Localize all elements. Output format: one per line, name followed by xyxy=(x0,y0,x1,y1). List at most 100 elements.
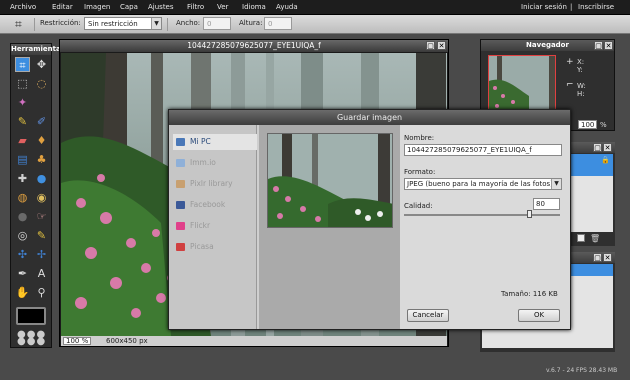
format-select[interactable]: JPEG (bueno para la mayoría de las fotos… xyxy=(404,178,562,190)
cancel-button[interactable]: Cancelar xyxy=(407,309,449,322)
color-swatch[interactable] xyxy=(16,307,46,325)
hand-tool-icon[interactable]: ✋ xyxy=(15,285,30,300)
menu-separator: | xyxy=(570,3,573,11)
close-icon[interactable]: ✕ xyxy=(437,41,446,50)
facebook-icon xyxy=(176,201,185,209)
nav-x-label: X: xyxy=(577,58,585,66)
menu-imagen[interactable]: Imagen xyxy=(84,3,110,11)
burn-tool-icon[interactable]: ● xyxy=(15,209,30,224)
collapse-icon[interactable]: ▢ xyxy=(593,253,602,262)
spot-tool-icon[interactable]: ✎ xyxy=(34,228,49,243)
grid-dots-icon[interactable]: ●●● ●●● xyxy=(17,330,47,347)
quality-slider-track[interactable] xyxy=(404,214,560,216)
height-input[interactable]: 0 xyxy=(264,17,292,30)
image-preview xyxy=(267,133,393,228)
destination-pixlr-library[interactable]: Pixlr library xyxy=(173,176,257,192)
restriction-select[interactable]: Sin restricción ▼ xyxy=(84,17,162,30)
menu-editar[interactable]: Editar xyxy=(52,3,73,11)
move-tool-icon[interactable]: ✥ xyxy=(34,57,49,72)
save-form: Nombre: 104427285079625077_EYE1UIQA_f Fo… xyxy=(400,125,570,329)
computer-icon xyxy=(176,138,185,146)
healing-tool-icon[interactable]: ✚ xyxy=(15,171,30,186)
menu-ayuda[interactable]: Ayuda xyxy=(276,3,298,11)
trash-icon[interactable]: 🗑 xyxy=(590,234,600,243)
image-window-title: 104427285079625077_EYE1UIQA_f ▢ ✕ xyxy=(60,40,448,52)
dialog-title: Guardar imagen xyxy=(169,110,570,125)
destination-label: Mi PC xyxy=(190,137,211,146)
menu-archivo[interactable]: Archivo xyxy=(10,3,36,11)
register-link[interactable]: Inscribirse xyxy=(578,3,614,11)
tools-panel-title: Herramientas xyxy=(11,44,65,55)
nav-w-label: W: xyxy=(577,82,586,90)
format-label: Formato: xyxy=(404,168,436,176)
close-icon[interactable]: ✕ xyxy=(603,143,612,152)
nav-y-label: Y: xyxy=(577,66,583,74)
collapse-icon[interactable]: ▢ xyxy=(593,143,602,152)
destination-immio[interactable]: Imm.io xyxy=(173,155,257,171)
text-tool-icon[interactable]: A xyxy=(34,266,49,281)
wand-tool-icon[interactable]: ✦ xyxy=(15,95,30,110)
zoom-tool-icon[interactable]: ⚲ xyxy=(34,285,49,300)
sponge-tool-icon[interactable]: ◍ xyxy=(15,190,30,205)
collapse-icon[interactable]: ▢ xyxy=(594,41,603,50)
destination-label: Pixlr library xyxy=(190,179,233,188)
dodge-tool-icon[interactable]: ◉ xyxy=(34,190,49,205)
maximize-icon[interactable]: ▢ xyxy=(426,41,435,50)
filename-input[interactable]: 104427285079625077_EYE1UIQA_f xyxy=(404,144,562,156)
destination-flickr[interactable]: Flickr xyxy=(173,218,257,234)
crosshair-icon: + xyxy=(566,57,574,67)
gradient-tool-icon[interactable]: ▤ xyxy=(15,152,30,167)
bloat-tool-icon[interactable]: ✣ xyxy=(15,247,30,262)
width-input[interactable]: 0 xyxy=(203,17,231,30)
save-image-dialog: Guardar imagen Mi PC Imm.io Pixlr librar… xyxy=(168,109,571,330)
nav-zoom-input[interactable]: 100 xyxy=(578,120,598,129)
menu-ver[interactable]: Ver xyxy=(217,3,228,11)
picker-tool-icon[interactable]: ✒ xyxy=(15,266,30,281)
nav-zoom-value: 100 xyxy=(581,121,595,129)
quality-input[interactable]: 80 xyxy=(533,198,560,210)
redeye-tool-icon[interactable]: ◎ xyxy=(15,228,30,243)
quality-slider-thumb[interactable] xyxy=(526,210,532,218)
library-icon xyxy=(176,180,185,188)
menu-capa[interactable]: Capa xyxy=(120,3,138,11)
name-label: Nombre: xyxy=(404,134,435,142)
eraser-tool-icon[interactable]: ▰ xyxy=(15,133,30,148)
stamp-tool-icon[interactable]: ♣ xyxy=(34,152,49,167)
close-icon[interactable]: ✕ xyxy=(603,253,612,262)
height-label: Altura: xyxy=(239,19,263,27)
navigator-preview-image xyxy=(489,56,555,110)
destination-picasa[interactable]: Picasa xyxy=(173,239,257,255)
bucket-tool-icon[interactable]: ♦ xyxy=(34,133,49,148)
navigator-title-text: Navegador xyxy=(526,41,569,49)
navigator-thumbnail[interactable] xyxy=(488,55,556,111)
destination-mi-pc[interactable]: Mi PC xyxy=(173,134,257,150)
toolbar-divider xyxy=(167,18,168,31)
ok-button[interactable]: OK xyxy=(518,309,560,322)
menu-idioma[interactable]: Idioma xyxy=(242,3,266,11)
drop-tool-icon[interactable]: ● xyxy=(34,171,49,186)
brush-tool-icon[interactable]: ✐ xyxy=(34,114,49,129)
immio-icon xyxy=(176,159,185,167)
pencil-tool-icon[interactable]: ✎ xyxy=(15,114,30,129)
destination-label: Picasa xyxy=(190,242,214,251)
pinch-tool-icon[interactable]: ✢ xyxy=(34,247,49,262)
zoom-input[interactable]: 100 % xyxy=(63,337,92,345)
destination-facebook[interactable]: Facebook xyxy=(173,197,257,213)
destination-label: Flickr xyxy=(190,221,211,230)
picasa-icon xyxy=(176,243,185,251)
menu-filtro[interactable]: Filtro xyxy=(187,3,204,11)
crop-tool-icon[interactable]: ⌗ xyxy=(15,57,30,72)
restriction-value: Sin restricción xyxy=(88,20,138,28)
format-value: JPEG (bueno para la mayoría de las fotos… xyxy=(407,180,553,188)
restriction-label: Restricción: xyxy=(40,19,81,27)
marquee-tool-icon[interactable]: ⬚ xyxy=(15,76,30,91)
lasso-tool-icon[interactable]: ◌ xyxy=(34,76,49,91)
new-layer-icon[interactable] xyxy=(577,234,585,242)
image-title-text: 104427285079625077_EYE1UIQA_f xyxy=(187,41,321,50)
menu-ajustes[interactable]: Ajustes xyxy=(148,3,174,11)
dialog-title-text: Guardar imagen xyxy=(336,113,403,122)
image-dimensions: 600x450 px xyxy=(106,337,148,345)
login-link[interactable]: Iniciar sesión xyxy=(521,3,567,11)
close-icon[interactable]: ✕ xyxy=(604,41,613,50)
smudge-tool-icon[interactable]: ☞ xyxy=(34,209,49,224)
